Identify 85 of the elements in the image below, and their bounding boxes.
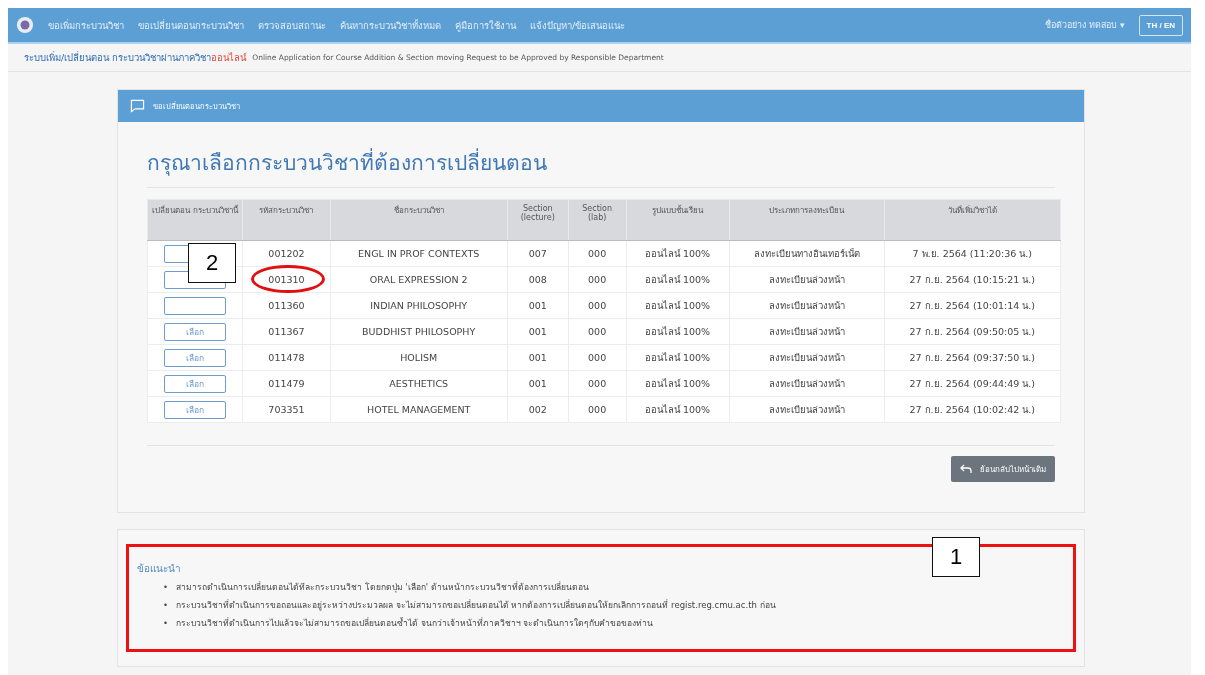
bullet-mark: •	[163, 617, 168, 630]
table-cell: 000	[568, 344, 626, 371]
select-button[interactable]: เลือก	[164, 374, 227, 393]
table-cell: 27 ก.ย. 2564 (10:01:14 น.)	[884, 292, 1061, 319]
table-cell: 000	[568, 396, 626, 423]
table-cell: ออนไลน์ 100%	[626, 240, 730, 267]
select-button[interactable]: เลือก	[164, 348, 227, 367]
table-cell: HOTEL MANAGEMENT	[330, 396, 508, 423]
nav-link[interactable]: คู่มือการใช้งาน	[455, 17, 516, 33]
table-cell: ลงทะเบียนล่วงหน้า	[729, 370, 884, 397]
table-cell: HOLISM	[330, 344, 508, 371]
advice-item: กระบวนวิชาที่ดำเนินการไปแล้วจะไม่สามารถขอเปลี่ยนตอนซ้ำได้ จนกว่าเจ้าหน้าที่ภาควิชาฯ จะดำเนินการใดๆกับคำขอของท่าน	[176, 616, 654, 630]
table-cell: 007	[507, 240, 569, 267]
table-cell: ลงทะเบียนทางอินเทอร์เน็ต	[729, 240, 884, 267]
table-cell: AESTHETICS	[330, 370, 508, 397]
table-cell: 27 ก.ย. 2564 (09:50:05 น.)	[884, 318, 1061, 345]
column-header: เปลี่ยนตอน กระบวนวิชานี้	[147, 199, 243, 241]
bullet-mark: •	[163, 581, 168, 594]
column-header: วันที่เพิ่มวิชาได้	[884, 199, 1061, 241]
select-button[interactable]: เลือก	[164, 400, 227, 419]
table-cell: 011479	[242, 370, 331, 397]
table-cell: 011367	[242, 318, 331, 345]
column-header: Section (lecture)	[507, 199, 569, 241]
advice-title: ข้อแนะนำ	[137, 562, 182, 576]
table-cell: ออนไลน์ 100%	[626, 344, 730, 371]
table-cell: 000	[568, 370, 626, 397]
chat-icon	[130, 99, 145, 113]
back-button[interactable]: ย้อนกลับไปหน้าเดิม	[951, 456, 1055, 482]
table-cell: ลงทะเบียนล่วงหน้า	[729, 292, 884, 319]
bullet-mark: •	[163, 599, 168, 612]
column-header: ชื่อกระบวนวิชา	[330, 199, 508, 241]
nav-link[interactable]: ตรวจสอบสถานะ	[258, 17, 326, 33]
table-cell: 000	[568, 318, 626, 345]
nav-link[interactable]: ขอเพิ่มกระบวนวิชา	[48, 17, 124, 33]
table-cell: 27 ก.ย. 2564 (09:37:50 น.)	[884, 344, 1061, 371]
table-cell: ลงทะเบียนล่วงหน้า	[729, 266, 884, 293]
table-cell: 011360	[242, 292, 331, 319]
column-header: Section (lab)	[568, 199, 626, 241]
table-cell: ลงทะเบียนล่วงหน้า	[729, 344, 884, 371]
table-cell: ลงทะเบียนล่วงหน้า	[729, 318, 884, 345]
table-cell: ออนไลน์ 100%	[626, 266, 730, 293]
select-button[interactable]	[164, 296, 227, 315]
table-cell: 001	[507, 370, 569, 397]
select-button[interactable]: เลือก	[164, 322, 227, 341]
table-cell: ออนไลน์ 100%	[626, 370, 730, 397]
column-header: ประเภทการลงทะเบียน	[729, 199, 884, 241]
table-cell: ลงทะเบียนล่วงหน้า	[729, 396, 884, 423]
table-cell: 001	[507, 292, 569, 319]
table-cell: ออนไลน์ 100%	[626, 396, 730, 423]
number-callout-tooltip: 1	[932, 537, 980, 577]
column-header: รูปแบบชั้นเรียน	[626, 199, 730, 241]
column-header: รหัสกระบวนวิชา	[242, 199, 331, 241]
table-cell: 001	[507, 318, 569, 345]
table-cell: 7 พ.ย. 2564 (11:20:36 น.)	[884, 240, 1061, 267]
number-callout-tooltip: 2	[188, 243, 236, 283]
return-arrow-icon	[960, 464, 972, 474]
system-title: ระบบเพิ่ม/เปลี่ยนตอน กระบวนวิชาผ่านภาควิชาออนไลน์	[24, 50, 247, 65]
advice-item: สามารถดำเนินการเปลี่ยนตอนได้ทีละกระบวนวิชา โดยกดปุ่ม 'เลือก' ด้านหน้ากระบวนวิชาที่ต้องการเปลี่ยนตอน	[176, 580, 589, 595]
logo-icon[interactable]	[16, 16, 34, 34]
table-cell: 001	[507, 344, 569, 371]
table-cell: 27 ก.ย. 2564 (10:02:42 น.)	[884, 396, 1061, 423]
table-cell: ENGL IN PROF CONTEXTS	[330, 240, 508, 267]
nav-link[interactable]: ค้นหากระบวนวิชาทั้งหมด	[340, 17, 441, 33]
table-cell: ออนไลน์ 100%	[626, 292, 730, 319]
table-cell: 000	[568, 240, 626, 267]
table-cell: 008	[507, 266, 569, 293]
table-cell: 27 ก.ย. 2564 (10:15:21 น.)	[884, 266, 1061, 293]
table-cell: BUDDHIST PHILOSOPHY	[330, 318, 508, 345]
user-menu[interactable]: ชื่อตัวอย่าง ทดสอบ ▾	[1045, 18, 1125, 32]
nav-link[interactable]: แจ้งปัญหา/ข้อเสนอแนะ	[530, 17, 626, 33]
table-cell: 27 ก.ย. 2564 (09:44:49 น.)	[884, 370, 1061, 397]
nav-link[interactable]: ขอเปลี่ยนตอนกระบวนวิชา	[138, 17, 244, 33]
table-cell: ออนไลน์ 100%	[626, 318, 730, 345]
table-cell: 002	[507, 396, 569, 423]
table-cell: 001310	[242, 266, 331, 293]
table-cell: 001202	[242, 240, 331, 267]
table-cell: 000	[568, 266, 626, 293]
table-cell: 703351	[242, 396, 331, 423]
table-cell: 011478	[242, 344, 331, 371]
table-cell: ORAL EXPRESSION 2	[330, 266, 508, 293]
advice-item: กระบวนวิชาที่ดำเนินการขอถอนและอยู่ระหว่างประมวลผล จะไม่สามารถขอเปลี่ยนตอนได้ หากต้องการเปลี่ยนตอนให้ยกเลิกการถอนที่ regist.reg.cmu.ac.th ก่อน	[176, 598, 776, 613]
page-heading: กรุณาเลือกกระบวนวิชาที่ต้องการเปลี่ยนตอน	[147, 146, 1055, 188]
language-button[interactable]: TH / EN	[1138, 14, 1183, 36]
table-cell: 000	[568, 292, 626, 319]
table-cell: INDIAN PHILOSOPHY	[330, 292, 508, 319]
